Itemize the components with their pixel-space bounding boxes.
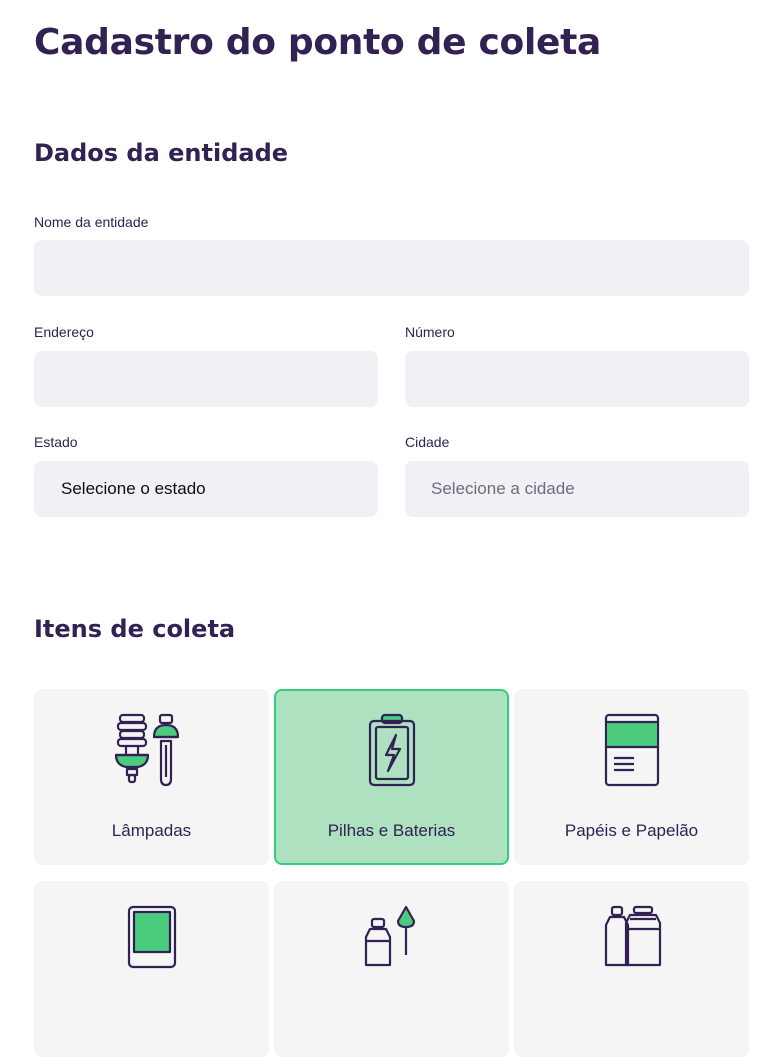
item-oil[interactable]: [514, 881, 749, 1057]
items-section-title: Itens de coleta: [34, 615, 236, 643]
address-label: Endereço: [34, 324, 94, 340]
number-label: Número: [405, 324, 455, 340]
oil-icon: [604, 905, 661, 967]
number-input[interactable]: [405, 351, 749, 407]
lamp-icon: [114, 713, 179, 787]
item-label: Papéis e Papelão: [564, 821, 699, 840]
item-label: Pilhas e Baterias: [327, 821, 456, 840]
item-organic[interactable]: [274, 881, 509, 1057]
page-title: Cadastro do ponto de coleta: [34, 22, 602, 63]
item-lamps[interactable]: Lâmpadas: [34, 689, 269, 865]
city-select-value: Selecione a cidade: [431, 479, 575, 498]
entity-section-title: Dados da entidade: [34, 139, 289, 167]
item-batteries[interactable]: Pilhas e Baterias: [274, 689, 509, 865]
city-select[interactable]: Selecione a cidade: [405, 461, 749, 517]
paper-icon: [604, 713, 659, 787]
state-select-value: Selecione o estado: [61, 479, 206, 498]
entity-name-label: Nome da entidade: [34, 214, 149, 230]
organic-icon: [364, 905, 415, 967]
state-label: Estado: [34, 434, 78, 450]
address-input[interactable]: [34, 351, 378, 407]
item-label: Lâmpadas: [111, 821, 192, 840]
electronics-icon: [127, 905, 176, 969]
item-electronics[interactable]: [34, 881, 269, 1057]
entity-name-input[interactable]: [34, 240, 749, 296]
city-label: Cidade: [405, 434, 450, 450]
item-paper[interactable]: Papéis e Papelão: [514, 689, 749, 865]
state-select[interactable]: Selecione o estado: [34, 461, 378, 517]
battery-icon: [368, 713, 415, 787]
